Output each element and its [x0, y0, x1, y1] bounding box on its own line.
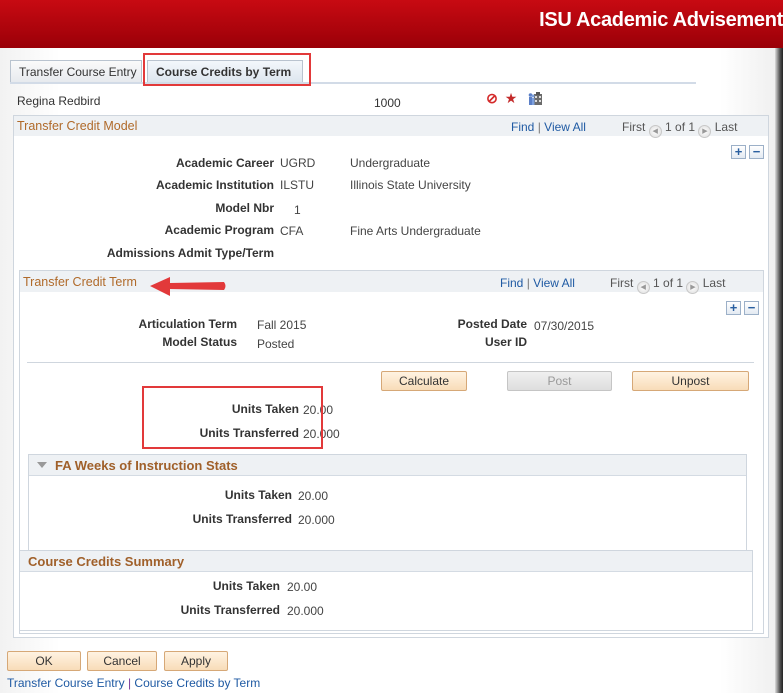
- posted-date-value: 07/30/2015: [534, 319, 595, 333]
- model-next-icon[interactable]: ▶: [698, 125, 712, 138]
- app-banner: ISU Academic Advisement: [0, 0, 783, 48]
- model-pager: First ◀ 1 of 1 ▶ Last: [622, 120, 737, 138]
- transfer-credit-term-title: Transfer Credit Term: [23, 275, 137, 289]
- term-find-link[interactable]: Find: [500, 276, 523, 290]
- academic-career-code: UGRD: [280, 156, 316, 170]
- transfer-credit-term-header: Transfer Credit Term Find | View All Fir…: [20, 271, 763, 294]
- summary-units-taken-value: 20.00: [287, 580, 318, 594]
- apply-button[interactable]: Apply: [164, 651, 228, 671]
- unpost-button[interactable]: Unpost: [632, 371, 749, 391]
- student-name: Regina Redbird: [17, 94, 101, 108]
- term-add-row-button[interactable]: +: [726, 301, 741, 315]
- academic-program-desc: Fine Arts Undergraduate: [350, 224, 481, 238]
- summary-units-transferred-label: Units Transferred: [180, 603, 280, 617]
- transfer-credit-model-title: Transfer Credit Model: [17, 119, 138, 133]
- course-credits-summary-group: Course Credits Summary Units Taken 20.00…: [19, 550, 753, 631]
- footer-links: Transfer Course Entry | Course Credits b…: [7, 676, 260, 690]
- term-pager: First ◀ 1 of 1 ▶ Last: [610, 276, 725, 294]
- star-icon[interactable]: ★: [503, 90, 519, 106]
- model-delete-row-button[interactable]: −: [749, 145, 764, 159]
- academic-program-label: Academic Program: [164, 223, 274, 237]
- footer-link-transfer-course-entry[interactable]: Transfer Course Entry: [7, 676, 125, 690]
- transfer-credit-model-header: Transfer Credit Model Find | View All Fi…: [14, 116, 768, 138]
- collapse-triangle-icon[interactable]: [37, 462, 47, 468]
- term-nav: Find | View All: [500, 276, 575, 290]
- academic-career-label: Academic Career: [175, 156, 274, 170]
- model-first-label: First: [622, 120, 646, 134]
- annotation-arrow-icon: [150, 277, 226, 296]
- academic-institution-code: ILSTU: [280, 178, 315, 192]
- articulation-term-value: Fall 2015: [257, 318, 307, 332]
- academic-career-desc: Undergraduate: [350, 156, 431, 170]
- course-credits-summary-header: Course Credits Summary: [20, 551, 752, 572]
- model-nav: Find | View All: [511, 120, 586, 134]
- model-status-value: Posted: [257, 337, 295, 351]
- summary-units-taken-label: Units Taken: [212, 579, 280, 593]
- no-access-icon[interactable]: ⊘: [484, 90, 500, 106]
- post-button[interactable]: Post: [507, 371, 612, 391]
- nav-separator: |: [526, 276, 530, 290]
- academic-program-code: CFA: [280, 224, 304, 238]
- calculate-button[interactable]: Calculate: [381, 371, 467, 391]
- admissions-admit-type-term-label: Admissions Admit Type/Term: [106, 246, 274, 260]
- tab-transfer-course-entry[interactable]: Transfer Course Entry: [10, 60, 142, 82]
- fa-units-transferred-label: Units Transferred: [192, 512, 292, 526]
- academic-institution-desc: Illinois State University: [350, 178, 471, 192]
- model-nbr-label: Model Nbr: [215, 201, 274, 215]
- tab-underline: [10, 82, 696, 84]
- footer-link-course-credits-by-term[interactable]: Course Credits by Term: [134, 676, 260, 690]
- annotation-highlight-tab: [143, 53, 311, 86]
- nav-separator: |: [537, 120, 541, 134]
- fa-units-transferred-value: 20.000: [298, 513, 335, 527]
- transfer-credit-model-group: Transfer Credit Model Find | View All Fi…: [13, 115, 769, 638]
- fa-units-taken-label: Units Taken: [224, 488, 292, 502]
- model-add-row-button[interactable]: +: [731, 145, 746, 159]
- model-view-all-link[interactable]: View All: [544, 120, 586, 134]
- term-first-label: First: [610, 276, 634, 290]
- model-status-label: Model Status: [162, 335, 237, 349]
- term-view-all-link[interactable]: View All: [533, 276, 575, 290]
- model-page-count: 1 of 1: [665, 120, 696, 134]
- cancel-button[interactable]: Cancel: [87, 651, 157, 671]
- model-find-link[interactable]: Find: [511, 120, 534, 134]
- term-page-count: 1 of 1: [653, 276, 684, 290]
- building-people-icon[interactable]: [527, 90, 543, 106]
- student-id: 1000: [374, 96, 401, 110]
- footer-link-separator: |: [127, 676, 132, 690]
- app-title: ISU Academic Advisement: [539, 9, 783, 31]
- academic-institution-label: Academic Institution: [155, 178, 274, 192]
- user-id-label: User ID: [484, 335, 527, 349]
- articulation-term-label: Articulation Term: [138, 317, 237, 331]
- window-edge: [775, 48, 783, 693]
- fa-weeks-header[interactable]: FA Weeks of Instruction Stats: [29, 455, 746, 476]
- fa-units-taken-value: 20.00: [298, 489, 329, 503]
- model-last-label: Last: [714, 120, 738, 134]
- term-last-label: Last: [702, 276, 726, 290]
- term-next-icon[interactable]: ▶: [686, 281, 700, 294]
- annotation-highlight-units: [142, 386, 323, 449]
- model-prev-icon[interactable]: ◀: [648, 125, 662, 138]
- fa-weeks-group: FA Weeks of Instruction Stats Units Take…: [28, 454, 747, 555]
- course-credits-summary-title: Course Credits Summary: [28, 554, 185, 569]
- model-nbr-value: 1: [294, 203, 301, 217]
- fa-weeks-title: FA Weeks of Instruction Stats: [55, 458, 238, 473]
- term-delete-row-button[interactable]: −: [744, 301, 759, 315]
- posted-date-label: Posted Date: [457, 317, 527, 331]
- term-prev-icon[interactable]: ◀: [636, 281, 650, 294]
- ok-button[interactable]: OK: [7, 651, 81, 671]
- term-divider: [27, 362, 754, 363]
- summary-units-transferred-value: 20.000: [287, 604, 324, 618]
